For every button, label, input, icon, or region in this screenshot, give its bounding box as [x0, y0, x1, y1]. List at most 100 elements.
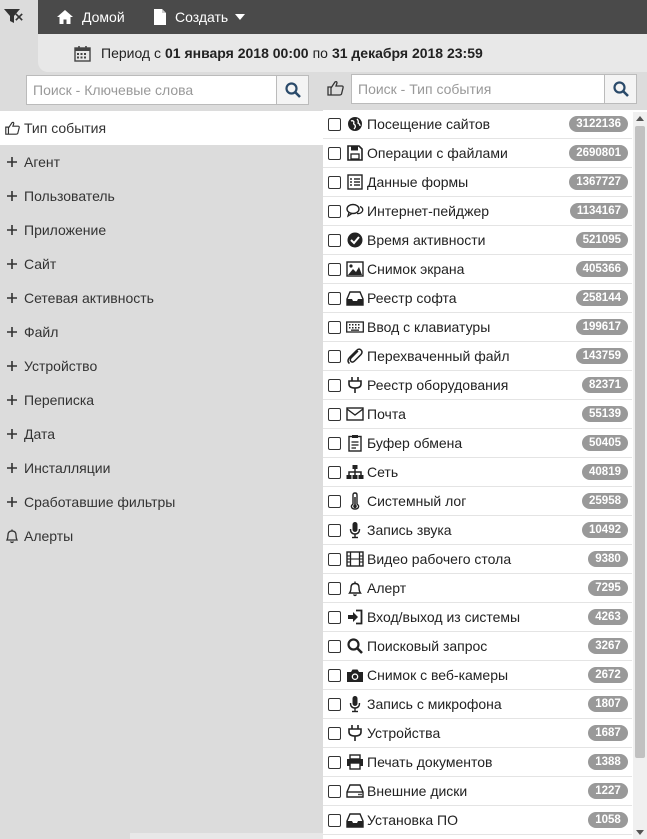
- floppy-icon: [346, 144, 364, 162]
- event-checkbox[interactable]: [328, 349, 341, 363]
- event-count-badge: 1227: [588, 783, 628, 799]
- event-type-row[interactable]: Поисковый запрос 3267: [323, 632, 632, 661]
- event-checkbox[interactable]: [328, 378, 341, 392]
- category-label: Сайт: [24, 256, 57, 272]
- event-checkbox[interactable]: [328, 726, 341, 740]
- event-type-row[interactable]: Вход/выход из системы 4263: [323, 603, 632, 632]
- event-type-row[interactable]: Сеть 40819: [323, 458, 632, 487]
- event-checkbox[interactable]: [328, 610, 341, 624]
- keyword-search-input[interactable]: [27, 76, 276, 104]
- scroll-up-icon[interactable]: [636, 116, 644, 121]
- category-item[interactable]: Тип события: [0, 111, 323, 145]
- category-item[interactable]: Инсталляции: [0, 451, 323, 485]
- event-type-row[interactable]: Данные формы 1367727: [323, 168, 632, 197]
- event-list-scrollbar[interactable]: [633, 112, 647, 839]
- event-type-row[interactable]: Реестр софта 258144: [323, 284, 632, 313]
- create-menu[interactable]: Создать: [153, 0, 246, 34]
- event-checkbox[interactable]: [328, 813, 341, 827]
- event-type-row[interactable]: Видео рабочего стола 9380: [323, 545, 632, 574]
- category-item[interactable]: Пользователь: [0, 179, 323, 213]
- event-checkbox[interactable]: [328, 668, 341, 682]
- event-type-row[interactable]: Посещение сайтов 3122136: [323, 110, 632, 139]
- event-type-row[interactable]: Перехваченный файл 143759: [323, 342, 632, 371]
- event-type-row[interactable]: Ввод с клавиатуры 199617: [323, 313, 632, 342]
- event-checkbox[interactable]: [328, 407, 341, 421]
- filter-icon[interactable]: [4, 9, 20, 24]
- search-icon: [612, 81, 629, 97]
- bell-icon: [346, 579, 364, 597]
- period-bar[interactable]: Период с 01 января 2018 00:00 по 31 дека…: [38, 34, 647, 72]
- microphone-icon: [346, 695, 364, 713]
- event-checkbox[interactable]: [328, 494, 341, 508]
- scroll-down-icon[interactable]: [636, 830, 644, 835]
- event-type-search-input[interactable]: [352, 75, 604, 103]
- event-checkbox[interactable]: [328, 233, 341, 247]
- event-checkbox[interactable]: [328, 552, 341, 566]
- event-checkbox[interactable]: [328, 204, 341, 218]
- event-type-row[interactable]: Запись с микрофона 1807: [323, 690, 632, 719]
- event-checkbox[interactable]: [328, 262, 341, 276]
- event-type-row[interactable]: Почта 55139: [323, 400, 632, 429]
- event-type-list: Посещение сайтов 3122136 Операции с файлам…: [323, 110, 647, 839]
- event-type-row[interactable]: Операции с файлами 2690801: [323, 139, 632, 168]
- envelope-icon: [346, 405, 364, 423]
- event-type-row[interactable]: Системный лог 25958: [323, 487, 632, 516]
- event-checkbox[interactable]: [328, 436, 341, 450]
- event-type-row[interactable]: Буфер обмена 50405: [323, 429, 632, 458]
- category-item[interactable]: Алерты: [0, 519, 323, 553]
- event-type-label: Видео рабочего стола: [367, 551, 512, 567]
- event-count-badge: 1687: [588, 725, 628, 741]
- event-count-badge: 258144: [575, 290, 628, 306]
- plus-icon: [4, 156, 20, 168]
- home-link[interactable]: Домой: [56, 0, 125, 34]
- event-checkbox[interactable]: [328, 784, 341, 798]
- category-item[interactable]: Сработавшие фильтры: [0, 485, 323, 519]
- event-checkbox[interactable]: [328, 697, 341, 711]
- event-checkbox[interactable]: [328, 639, 341, 653]
- event-type-label: Почта: [367, 406, 406, 422]
- plus-icon: [4, 462, 20, 474]
- event-type-row[interactable]: Алерт 7295: [323, 574, 632, 603]
- event-checkbox[interactable]: [328, 117, 341, 131]
- event-checkbox[interactable]: [328, 175, 341, 189]
- category-item[interactable]: Переписка: [0, 383, 323, 417]
- event-count-badge: 199617: [575, 319, 628, 335]
- keyword-search-button[interactable]: [276, 76, 308, 104]
- category-item[interactable]: Агент: [0, 145, 323, 179]
- category-item[interactable]: Приложение: [0, 213, 323, 247]
- plus-icon: [4, 496, 20, 508]
- keyword-search: [26, 75, 309, 105]
- category-item[interactable]: Дата: [0, 417, 323, 451]
- category-item[interactable]: Сетевая активность: [0, 281, 323, 315]
- event-checkbox[interactable]: [328, 581, 341, 595]
- event-checkbox[interactable]: [328, 291, 341, 305]
- event-type-label: Перехваченный файл: [367, 348, 510, 364]
- category-item[interactable]: Устройство: [0, 349, 323, 383]
- event-count-badge: 1367727: [569, 174, 628, 190]
- thermometer-icon: [346, 492, 364, 510]
- event-type-row[interactable]: Снимок с веб-камеры 2672: [323, 661, 632, 690]
- event-type-row[interactable]: Время активности 521095: [323, 226, 632, 255]
- search-icon: [284, 82, 301, 98]
- event-type-row[interactable]: Снимок экрана 405366: [323, 255, 632, 284]
- event-type-row[interactable]: Запись звука 10492: [323, 516, 632, 545]
- event-checkbox[interactable]: [328, 755, 341, 769]
- category-label: Устройство: [24, 358, 98, 374]
- event-type-row[interactable]: Интернет-пейджер 1134167: [323, 197, 632, 226]
- event-checkbox[interactable]: [328, 523, 341, 537]
- event-type-row[interactable]: Печать документов 1388: [323, 748, 632, 777]
- scroll-thumb[interactable]: [635, 126, 645, 758]
- event-checkbox[interactable]: [328, 146, 341, 160]
- event-type-row[interactable]: Установка ПО 1058: [323, 806, 632, 835]
- event-type-row[interactable]: Устройства 1687: [323, 719, 632, 748]
- event-checkbox[interactable]: [328, 320, 341, 334]
- create-label: Создать: [175, 9, 229, 25]
- category-item[interactable]: Файл: [0, 315, 323, 349]
- event-type-row[interactable]: Реестр оборудования 82371: [323, 371, 632, 400]
- event-checkbox[interactable]: [328, 465, 341, 479]
- event-type-search-button[interactable]: [604, 75, 636, 103]
- plus-icon: [4, 428, 20, 440]
- event-type-row[interactable]: Внешние диски 1227: [323, 777, 632, 806]
- category-item[interactable]: Сайт: [0, 247, 323, 281]
- horizontal-scrollbar[interactable]: [130, 833, 323, 839]
